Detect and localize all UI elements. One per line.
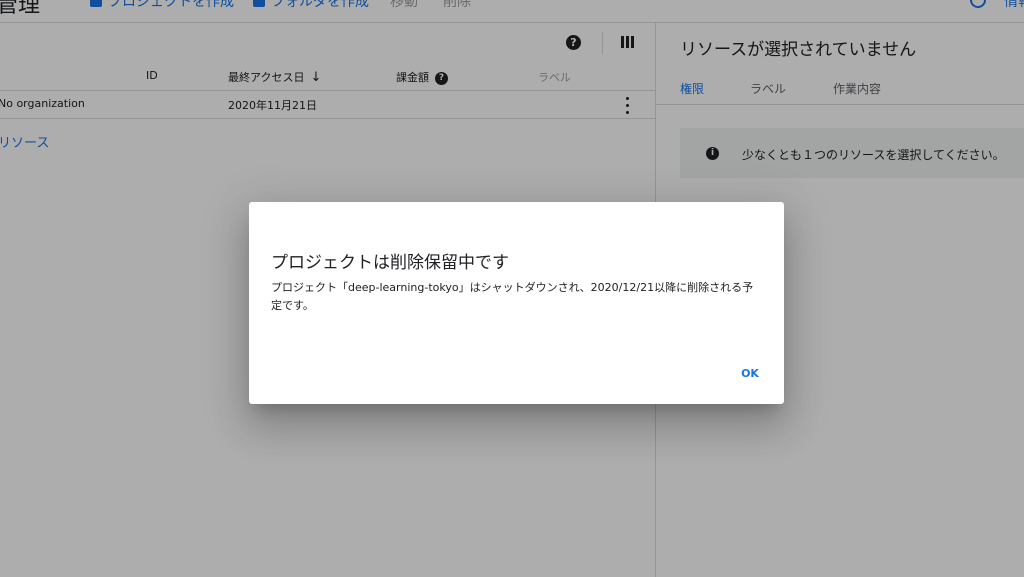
dialog-message: プロジェクト「deep-learning-tokyo」はシャットダウンされ、20… — [271, 281, 754, 312]
dialog-title: プロジェクトは削除保留中です — [271, 253, 509, 273]
ok-button[interactable]: OK — [727, 358, 773, 388]
pending-deletion-dialog: プロジェクトは削除保留中です プロジェクト「deep-learning-toky… — [249, 202, 784, 404]
